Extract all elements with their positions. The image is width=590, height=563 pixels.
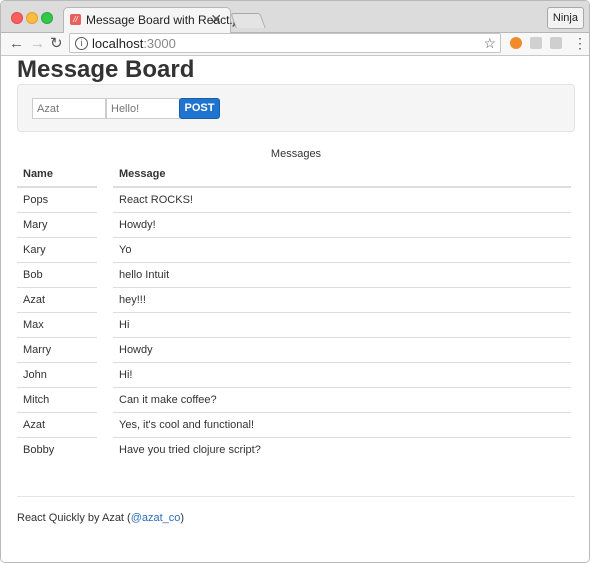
forward-arrow-icon[interactable]: → bbox=[30, 34, 45, 54]
table-caption: Messages bbox=[270, 148, 322, 160]
row-message-cell: Howdy bbox=[113, 337, 571, 363]
new-message-form: POST bbox=[17, 84, 575, 132]
row-message-cell: Can it make coffee? bbox=[113, 387, 571, 413]
extension-icon[interactable] bbox=[530, 37, 542, 49]
row-message-cell: Hi bbox=[113, 312, 571, 338]
row-name-cell: Mitch bbox=[17, 387, 97, 413]
row-message-cell: React ROCKS! bbox=[113, 186, 571, 213]
back-arrow-icon[interactable]: ← bbox=[9, 34, 24, 54]
address-bar[interactable]: i localhost:3000 ☆ bbox=[69, 33, 501, 53]
reload-icon[interactable]: ↻ bbox=[50, 34, 63, 54]
page-content: Message Board POST Messages Name Message… bbox=[1, 56, 589, 562]
row-message-cell: Hi! bbox=[113, 362, 571, 388]
table-row: Azat Yes, it's cool and functional! bbox=[17, 412, 571, 438]
table-row: Bob hello Intuit bbox=[17, 262, 571, 288]
row-name-cell: Kary bbox=[17, 237, 97, 263]
menu-dots-icon[interactable]: ⋮ bbox=[573, 34, 587, 52]
row-name-cell: Mary bbox=[17, 212, 97, 238]
twitter-link[interactable]: @azat_co bbox=[131, 512, 181, 524]
active-tab[interactable]: // Message Board with React.js ✕ bbox=[63, 7, 241, 33]
tab-close-icon[interactable]: ✕ bbox=[210, 11, 222, 28]
table-row: Marry Howdy bbox=[17, 337, 571, 363]
row-name-cell: Pops bbox=[17, 186, 97, 213]
row-message-cell: hello Intuit bbox=[113, 262, 571, 288]
table-header-row: Name Message bbox=[17, 162, 571, 188]
table-row: Mitch Can it make coffee? bbox=[17, 387, 571, 413]
row-message-cell: Yo bbox=[113, 237, 571, 263]
url-host: localhost bbox=[92, 36, 144, 51]
row-message-cell: Yes, it's cool and functional! bbox=[113, 412, 571, 438]
zoom-window-button[interactable] bbox=[41, 12, 53, 24]
profile-button[interactable]: Ninja bbox=[546, 7, 584, 29]
page-title: Message Board bbox=[17, 56, 195, 83]
url-text: localhost:3000 bbox=[92, 36, 176, 51]
row-name-cell: John bbox=[17, 362, 97, 388]
extension-icon[interactable] bbox=[550, 37, 562, 49]
browser-window: // Message Board with React.js ✕ Ninja ←… bbox=[0, 0, 590, 563]
message-column-header: Message bbox=[113, 162, 571, 188]
tab-strip: // Message Board with React.js ✕ Ninja bbox=[1, 1, 589, 33]
footer-text: React Quickly by Azat ( bbox=[17, 512, 131, 524]
table-row: John Hi! bbox=[17, 362, 571, 388]
extension-icon[interactable] bbox=[510, 37, 522, 49]
row-message-cell: hey!!! bbox=[113, 287, 571, 313]
table-row: Pops React ROCKS! bbox=[17, 186, 571, 213]
close-window-button[interactable] bbox=[11, 12, 23, 24]
table-row: Azat hey!!! bbox=[17, 287, 571, 313]
row-name-cell: Azat bbox=[17, 287, 97, 313]
footer-suffix: ) bbox=[180, 512, 185, 524]
messages-table: Name Message Pops React ROCKS! Mary Howdy! K… bbox=[17, 162, 571, 462]
name-input[interactable] bbox=[32, 98, 106, 119]
post-button[interactable]: POST bbox=[179, 98, 220, 119]
row-name-cell: Bob bbox=[17, 262, 97, 288]
table-row: Mary Howdy! bbox=[17, 212, 571, 238]
row-name-cell: Max bbox=[17, 312, 97, 338]
bookmark-star-icon[interactable]: ☆ bbox=[483, 34, 496, 52]
row-name-cell: Azat bbox=[17, 412, 97, 438]
message-input[interactable] bbox=[106, 98, 180, 119]
url-port: :3000 bbox=[143, 36, 176, 51]
favicon-icon: // bbox=[70, 14, 81, 25]
row-message-cell: Howdy! bbox=[113, 212, 571, 238]
footer: React Quickly by Azat (@azat_co) bbox=[17, 512, 184, 524]
new-tab-button[interactable] bbox=[230, 13, 266, 28]
table-row: Kary Yo bbox=[17, 237, 571, 263]
name-column-header: Name bbox=[17, 162, 97, 188]
footer-divider bbox=[17, 496, 575, 497]
minimize-window-button[interactable] bbox=[26, 12, 38, 24]
row-name-cell: Bobby bbox=[17, 437, 97, 462]
table-row: Bobby Have you tried clojure script? bbox=[17, 437, 571, 462]
row-name-cell: Marry bbox=[17, 337, 97, 363]
info-icon[interactable]: i bbox=[75, 37, 88, 50]
browser-toolbar: ← → ↻ i localhost:3000 ☆ ⋮ bbox=[1, 33, 589, 56]
row-message-cell: Have you tried clojure script? bbox=[113, 437, 571, 462]
table-row: Max Hi bbox=[17, 312, 571, 338]
